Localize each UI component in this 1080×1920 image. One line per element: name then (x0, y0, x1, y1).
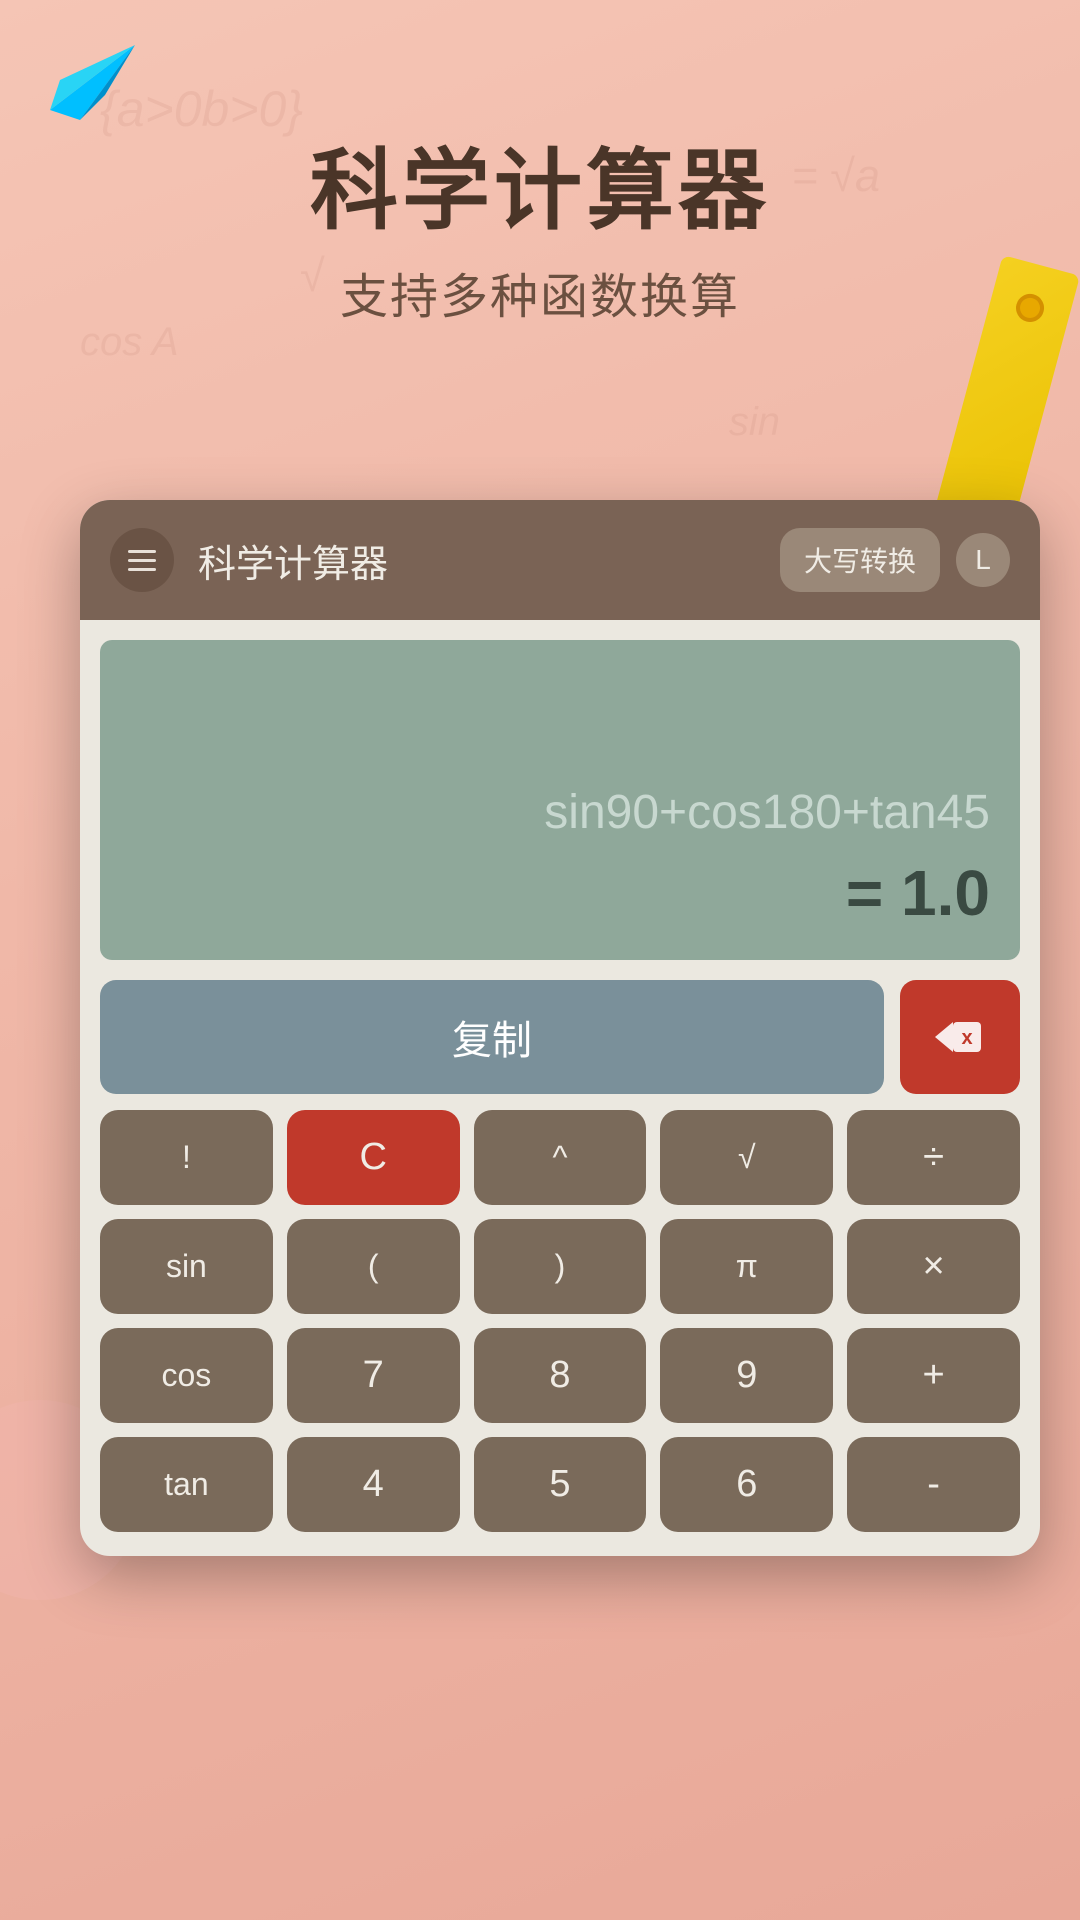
key-9[interactable]: 9 (660, 1328, 833, 1423)
key-cos[interactable]: cos (100, 1328, 273, 1423)
key-4[interactable]: 4 (287, 1437, 460, 1532)
history-button[interactable]: L (956, 533, 1010, 587)
display-result: = 1.0 (130, 856, 990, 930)
key-multiply[interactable]: × (847, 1219, 1020, 1314)
key-tan[interactable]: tan (100, 1437, 273, 1532)
key-pi[interactable]: π (660, 1219, 833, 1314)
keypad: ! C ^ √ ÷ sin ( ) π × cos 7 8 9 + tan 4 … (80, 1110, 1040, 1556)
ruler-hole (1013, 291, 1047, 325)
key-sin[interactable]: sin (100, 1219, 273, 1314)
key-minus[interactable]: - (847, 1437, 1020, 1532)
paper-plane-icon (50, 40, 140, 120)
key-row-2: sin ( ) π × (100, 1219, 1020, 1314)
menu-button[interactable] (110, 528, 174, 592)
key-row-4: tan 4 5 6 - (100, 1437, 1020, 1532)
calculator-header: 科学计算器 大写转换 L (80, 500, 1040, 620)
menu-line-2 (128, 559, 156, 562)
key-power[interactable]: ^ (474, 1110, 647, 1205)
convert-button[interactable]: 大写转换 (780, 528, 940, 592)
key-divide[interactable]: ÷ (847, 1110, 1020, 1205)
title-section: 科学计算器 支持多种函数换算 (0, 120, 1080, 327)
calculator-card: 科学计算器 大写转换 L sin90+cos180+tan45 = 1.0 复制… (80, 500, 1040, 1556)
key-row-3: cos 7 8 9 + (100, 1328, 1020, 1423)
key-row-1: ! C ^ √ ÷ (100, 1110, 1020, 1205)
key-clear[interactable]: C (287, 1110, 460, 1205)
key-factorial[interactable]: ! (100, 1110, 273, 1205)
copy-button[interactable]: 复制 (100, 980, 884, 1094)
key-6[interactable]: 6 (660, 1437, 833, 1532)
key-close-paren[interactable]: ) (474, 1219, 647, 1314)
key-5[interactable]: 5 (474, 1437, 647, 1532)
header-title: 科学计算器 (198, 533, 780, 588)
main-title: 科学计算器 (0, 120, 1080, 247)
copy-row: 复制 x (80, 980, 1040, 1110)
backspace-icon: x (935, 1017, 985, 1057)
key-sqrt[interactable]: √ (660, 1110, 833, 1205)
calculator-display: sin90+cos180+tan45 = 1.0 (100, 640, 1020, 960)
sub-title: 支持多种函数换算 (0, 257, 1080, 327)
history-icon: L (975, 544, 991, 576)
key-7[interactable]: 7 (287, 1328, 460, 1423)
display-expression: sin90+cos180+tan45 (130, 785, 990, 840)
backspace-button[interactable]: x (900, 980, 1020, 1094)
key-open-paren[interactable]: ( (287, 1219, 460, 1314)
svg-text:x: x (961, 1027, 972, 1049)
key-8[interactable]: 8 (474, 1328, 647, 1423)
menu-line-3 (128, 568, 156, 571)
menu-line-1 (128, 550, 156, 553)
key-plus[interactable]: + (847, 1328, 1020, 1423)
